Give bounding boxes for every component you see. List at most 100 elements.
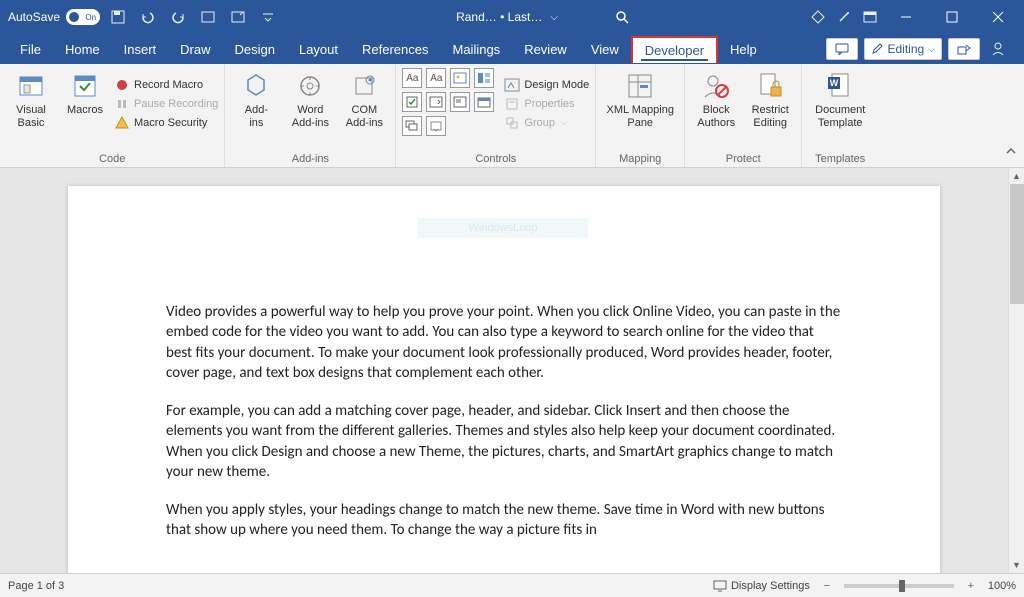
properties-icon	[504, 96, 520, 112]
document-template-icon: W	[824, 70, 856, 102]
qat-icon-2[interactable]	[226, 5, 250, 29]
diamond-icon[interactable]	[806, 5, 830, 29]
record-macro-button[interactable]: Record Macro	[114, 77, 218, 93]
pencil-icon	[871, 43, 883, 55]
comments-button[interactable]	[826, 38, 858, 60]
restrict-editing-button[interactable]: Restrict Editing	[745, 68, 795, 130]
picture-control-icon[interactable]	[450, 68, 470, 88]
scroll-thumb[interactable]	[1010, 184, 1024, 304]
zoom-in-button[interactable]: +	[964, 580, 978, 592]
zoom-out-button[interactable]: −	[820, 580, 834, 592]
search-icon[interactable]	[614, 9, 630, 25]
tab-review[interactable]: Review	[512, 37, 579, 62]
title-bar: AutoSave On Rand… • Last… ⌵	[0, 0, 1024, 34]
tab-references[interactable]: References	[350, 37, 440, 62]
qat-icon-1[interactable]	[196, 5, 220, 29]
display-settings-button[interactable]: Display Settings	[713, 580, 810, 592]
pause-icon	[114, 96, 130, 112]
document-area: WindowsLoop Video provides a powerful wa…	[0, 168, 1024, 573]
paragraph[interactable]: When you apply styles, your headings cha…	[166, 500, 842, 541]
scroll-down-icon[interactable]: ▼	[1009, 557, 1024, 573]
dropdown-control-icon[interactable]	[450, 92, 470, 112]
tab-view[interactable]: View	[579, 37, 631, 62]
autosave-toggle[interactable]: On	[66, 9, 100, 25]
xml-mapping-button[interactable]: XML Mapping Pane	[602, 68, 678, 130]
tab-home[interactable]: Home	[53, 37, 112, 62]
design-mode-button[interactable]: Design Mode	[504, 77, 589, 93]
vertical-scrollbar[interactable]: ▲ ▼	[1008, 168, 1024, 573]
group-controls: Aa Aa Design	[396, 64, 596, 167]
warning-icon	[114, 115, 130, 131]
macros-button[interactable]: Macros	[60, 68, 110, 117]
ribbon-developer: Visual Basic Macros Record Macro Pause R…	[0, 64, 1024, 168]
zoom-slider[interactable]	[844, 584, 954, 588]
combobox-control-icon[interactable]	[426, 92, 446, 112]
tab-design[interactable]: Design	[223, 37, 287, 62]
tab-draw[interactable]: Draw	[168, 37, 222, 62]
macros-icon	[69, 70, 101, 102]
paragraph[interactable]: Video provides a powerful way to help yo…	[166, 302, 842, 383]
com-addins-icon	[348, 70, 380, 102]
undo-icon[interactable]	[136, 5, 160, 29]
minimize-button[interactable]	[884, 2, 928, 32]
svg-text:W: W	[830, 78, 839, 88]
rich-text-control-icon[interactable]: Aa	[402, 68, 422, 88]
wand-icon[interactable]	[832, 5, 856, 29]
visual-basic-icon	[15, 70, 47, 102]
ribbon-tabs: File Home Insert Draw Design Layout Refe…	[0, 34, 1024, 64]
tab-file[interactable]: File	[8, 37, 53, 62]
group-mapping: XML Mapping Pane Mapping	[596, 64, 685, 167]
document-page[interactable]: WindowsLoop Video provides a powerful wa…	[68, 186, 940, 573]
addins-icon	[240, 70, 272, 102]
zoom-level[interactable]: 100%	[988, 580, 1016, 592]
tab-mailings[interactable]: Mailings	[441, 37, 513, 62]
editing-mode-button[interactable]: Editing ⌵	[864, 38, 942, 60]
autosave-label: AutoSave	[8, 10, 60, 24]
group-addins: Add- ins Word Add-ins COM Add-ins Add-in…	[225, 64, 396, 167]
restrict-editing-icon	[754, 70, 786, 102]
building-block-control-icon[interactable]	[474, 68, 494, 88]
close-button[interactable]	[976, 2, 1020, 32]
title-dropdown-icon[interactable]: ⌵	[550, 12, 558, 23]
block-authors-icon	[700, 70, 732, 102]
qat-dropdown-icon[interactable]	[256, 5, 280, 29]
redo-icon[interactable]	[166, 5, 190, 29]
group-code: Visual Basic Macros Record Macro Pause R…	[0, 64, 225, 167]
word-addins-icon	[294, 70, 326, 102]
macro-security-button[interactable]: Macro Security	[114, 115, 218, 131]
pause-recording-button: Pause Recording	[114, 96, 218, 112]
save-icon[interactable]	[106, 5, 130, 29]
tab-insert[interactable]: Insert	[112, 37, 169, 62]
page-indicator[interactable]: Page 1 of 3	[8, 580, 64, 592]
group-button: Group⌵	[504, 115, 589, 131]
control-gallery[interactable]: Aa Aa	[402, 68, 494, 136]
record-icon	[114, 77, 130, 93]
tab-help[interactable]: Help	[718, 37, 769, 62]
xml-mapping-icon	[624, 70, 656, 102]
repeating-control-icon[interactable]	[402, 116, 422, 136]
com-addins-button[interactable]: COM Add-ins	[339, 68, 389, 130]
tab-developer[interactable]: Developer	[631, 36, 718, 63]
scroll-up-icon[interactable]: ▲	[1009, 168, 1024, 184]
account-icon[interactable]	[986, 37, 1010, 61]
addins-button[interactable]: Add- ins	[231, 68, 281, 130]
status-bar: Page 1 of 3 Display Settings − + 100%	[0, 573, 1024, 597]
visual-basic-button[interactable]: Visual Basic	[6, 68, 56, 130]
ribbon-display-icon[interactable]	[858, 5, 882, 29]
share-button[interactable]	[948, 38, 980, 60]
group-icon	[504, 115, 520, 131]
document-template-button[interactable]: W Document Template	[808, 68, 872, 130]
paragraph[interactable]: For example, you can add a matching cove…	[166, 401, 842, 482]
word-addins-button[interactable]: Word Add-ins	[285, 68, 335, 130]
display-icon	[713, 580, 727, 592]
maximize-button[interactable]	[930, 2, 974, 32]
tab-layout[interactable]: Layout	[287, 37, 350, 62]
legacy-control-icon[interactable]	[426, 116, 446, 136]
date-picker-control-icon[interactable]	[474, 92, 494, 112]
plain-text-control-icon[interactable]: Aa	[426, 68, 446, 88]
collapse-ribbon-icon[interactable]	[1004, 144, 1018, 163]
block-authors-button[interactable]: Block Authors	[691, 68, 741, 130]
document-title: Rand… • Last…	[456, 10, 542, 24]
group-templates: W Document Template Templates	[802, 64, 878, 167]
checkbox-control-icon[interactable]	[402, 92, 422, 112]
